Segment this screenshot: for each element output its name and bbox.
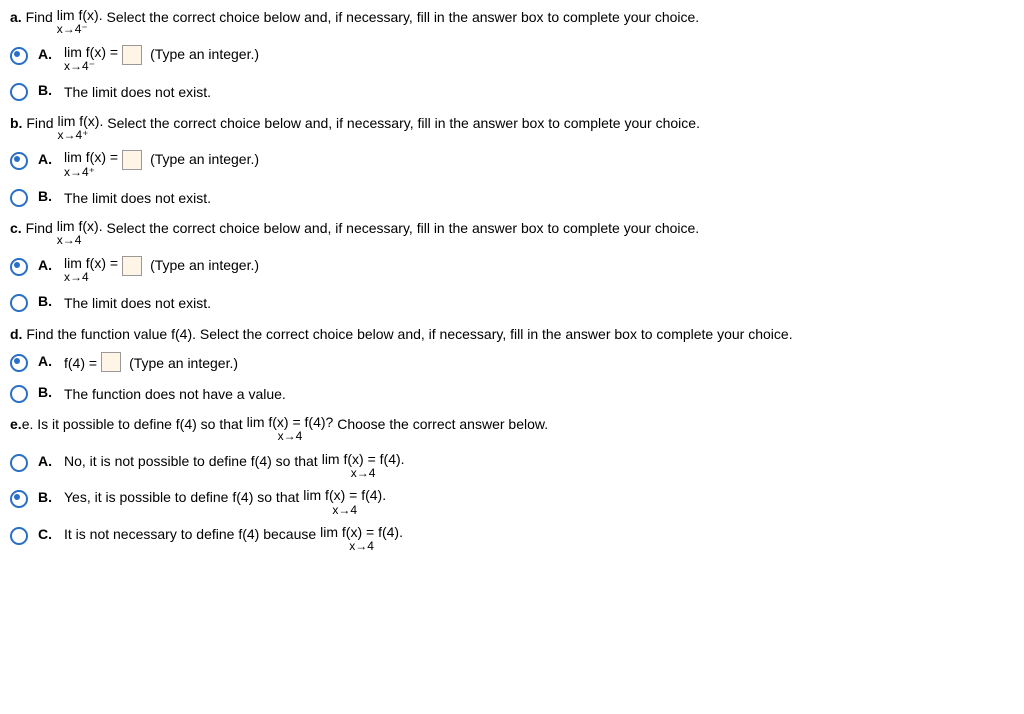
prompt-d: d. Find the function value f(4). Select …	[10, 325, 1014, 345]
question-c: c. Find lim f(x). x→4 Select the correct…	[10, 219, 1014, 315]
question-a: a. Find lim f(x). x→4⁻ Select the correc…	[10, 8, 1014, 104]
answer-input[interactable]	[122, 150, 142, 170]
limit-expr: lim f(x) = f(4). x→4	[303, 488, 386, 517]
choice-c-A[interactable]: A. lim f(x) = x→4 (Type an integer.)	[10, 256, 1014, 285]
part-label: c.	[10, 220, 22, 236]
question-d: d. Find the function value f(4). Select …	[10, 325, 1014, 405]
question-b: b. Find lim f(x). x→4⁺ Select the correc…	[10, 114, 1014, 210]
answer-input[interactable]	[122, 45, 142, 65]
limit-expr: lim f(x) = x→4⁺	[64, 150, 118, 179]
choice-e-C[interactable]: C. It is not necessary to define f(4) be…	[10, 525, 1014, 554]
answer-input[interactable]	[122, 256, 142, 276]
choice-c-B[interactable]: B. The limit does not exist.	[10, 292, 1014, 314]
answer-input[interactable]	[101, 352, 121, 372]
part-label: b.	[10, 115, 22, 131]
limit-expr: lim f(x) = f(4)? x→4	[247, 415, 334, 444]
choice-d-B[interactable]: B. The function does not have a value.	[10, 383, 1014, 405]
choice-b-A[interactable]: A. lim f(x) = x→4⁺ (Type an integer.)	[10, 150, 1014, 179]
choice-e-A[interactable]: A. No, it is not possible to define f(4)…	[10, 452, 1014, 481]
limit-expr: lim f(x) = f(4). x→4	[320, 525, 403, 554]
prompt-a: a. Find lim f(x). x→4⁻ Select the correc…	[10, 8, 1014, 37]
limit-expr: lim f(x) = f(4). x→4	[322, 452, 405, 481]
radio-icon[interactable]	[10, 258, 28, 276]
limit-expr: lim f(x). x→4⁻	[57, 8, 103, 37]
choice-d-A[interactable]: A. f(4) = (Type an integer.)	[10, 352, 1014, 374]
radio-icon[interactable]	[10, 152, 28, 170]
choice-a-A[interactable]: A. lim f(x) = x→4⁻ (Type an integer.)	[10, 45, 1014, 74]
radio-icon[interactable]	[10, 189, 28, 207]
limit-expr: lim f(x) = x→4⁻	[64, 45, 118, 74]
choice-a-B[interactable]: B. The limit does not exist.	[10, 81, 1014, 103]
radio-icon[interactable]	[10, 294, 28, 312]
radio-icon[interactable]	[10, 83, 28, 101]
radio-icon[interactable]	[10, 354, 28, 372]
choice-b-B[interactable]: B. The limit does not exist.	[10, 187, 1014, 209]
radio-icon[interactable]	[10, 47, 28, 65]
prompt-c: c. Find lim f(x). x→4 Select the correct…	[10, 219, 1014, 248]
question-e: e.e. Is it possible to define f(4) so th…	[10, 415, 1014, 553]
limit-expr: lim f(x) = x→4	[64, 256, 118, 285]
limit-expr: lim f(x). x→4	[57, 219, 103, 248]
limit-expr: lim f(x). x→4⁺	[57, 114, 103, 143]
radio-icon[interactable]	[10, 527, 28, 545]
prompt-b: b. Find lim f(x). x→4⁺ Select the correc…	[10, 114, 1014, 143]
part-label: a.	[10, 9, 22, 25]
radio-icon[interactable]	[10, 490, 28, 508]
radio-icon[interactable]	[10, 385, 28, 403]
radio-icon[interactable]	[10, 454, 28, 472]
prompt-e: e.e. Is it possible to define f(4) so th…	[10, 415, 1014, 444]
choice-e-B[interactable]: B. Yes, it is possible to define f(4) so…	[10, 488, 1014, 517]
